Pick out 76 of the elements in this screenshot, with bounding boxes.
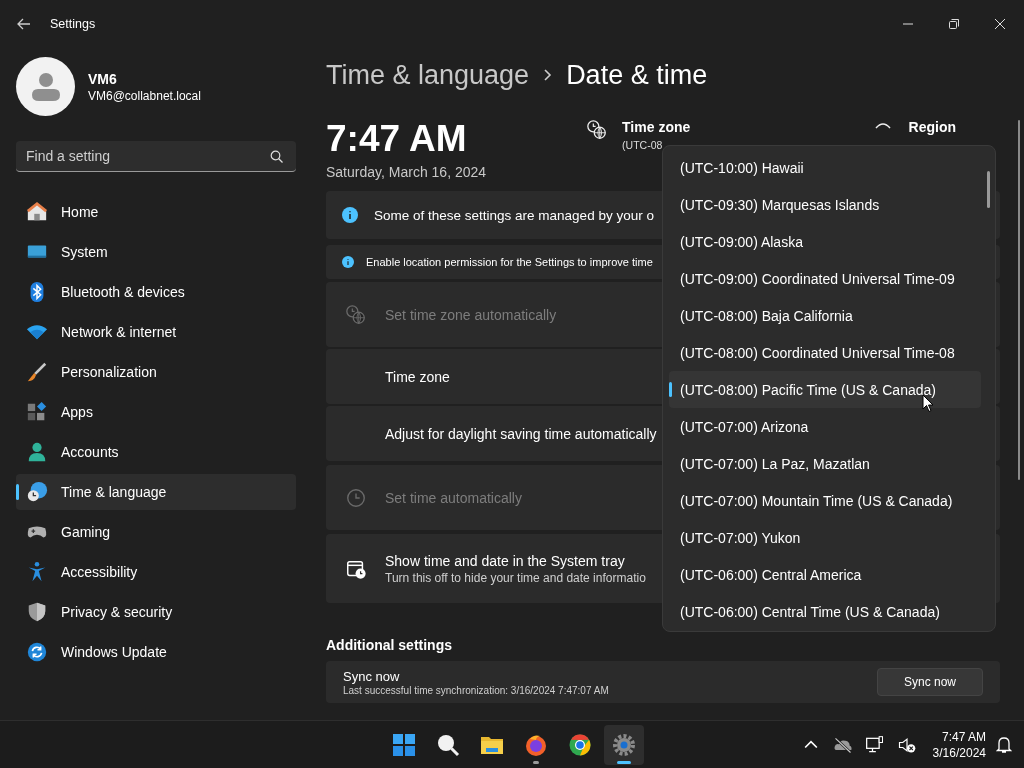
sidebar-item[interactable]: Apps [16,394,296,430]
setting-label: Set time automatically [385,489,522,506]
setting-label: Time zone [385,368,450,385]
windows-logo-icon [392,732,416,757]
search-icon [436,732,460,757]
dropdown-option[interactable]: (UTC-07:00) Yukon [669,519,981,556]
search-field[interactable]: Find a setting [16,141,296,172]
dropdown-option[interactable]: (UTC-07:00) Mountain Time (US & Canada) [669,482,981,519]
info-icon [342,207,358,223]
back-arrow-icon[interactable] [16,16,32,32]
setting-description: Turn this off to hide your time and date informatio [385,570,646,585]
sidebar-item[interactable]: Privacy & security [16,594,296,630]
window-title: Settings [50,17,96,31]
dropdown-option[interactable]: (UTC-10:00) Hawaii [669,149,981,186]
sidebar-item[interactable]: Bluetooth & devices [16,274,296,310]
account-email: VM6@collabnet.local [88,88,201,103]
setting-label: Sync now [343,668,401,684]
info-icon [342,256,354,268]
sidebar-item[interactable]: Network & internet [16,314,296,350]
sidebar-item[interactable]: Accounts [16,434,296,470]
sync-now-button[interactable]: Sync now [876,668,983,696]
dropdown-option[interactable]: (UTC-09:00) Alaska [669,223,981,260]
clock-globe-icon [344,303,367,326]
clock-icon [344,486,367,509]
scrollbar[interactable] [1018,120,1020,480]
current-time: 7:47 AM [326,119,468,159]
setting-label: Show time and date in the System tray [385,552,626,569]
apps-icon [26,401,48,423]
home-icon [26,201,48,223]
dropdown-option[interactable]: (UTC-07:00) Arizona [669,408,981,445]
notice-text: Some of these settings are managed by your o [374,207,654,223]
dropdown-option[interactable]: (UTC-06:00) Central America [669,556,981,593]
update-icon [26,641,48,663]
dropdown-option[interactable]: (UTC-08:00) Pacific Time (US & Canada) [669,371,981,408]
page-title: Date & time [566,59,708,91]
summary-value: (UTC-08 [622,139,664,151]
setting-description: Last successful time synchronization: 3/16/2024 7:47:07 AM [343,684,609,696]
summary-title: Time zone [622,119,691,135]
firefox-icon [524,732,548,757]
gear-icon [612,732,636,757]
setting-label: Adjust for daylight saving time automatically [385,425,657,442]
notification-bell-icon[interactable] [996,735,1012,754]
sidebar-item[interactable]: Personalization [16,354,296,390]
dropdown-option[interactable]: (UTC-09:30) Marquesas Islands [669,186,981,223]
clock-globe-icon [26,481,48,503]
breadcrumb-parent-link[interactable]: Time & language [326,59,530,91]
search-icon [270,150,283,163]
network-icon[interactable] [864,734,885,755]
scrollbar[interactable] [987,171,990,208]
dropdown-option[interactable]: (UTC-09:00) Coordinated Universal Time-09 [669,260,981,297]
taskbar-button[interactable] [604,724,644,765]
clock-globe-icon [586,119,609,141]
sidebar-item[interactable]: Home [16,194,296,230]
sidebar-item[interactable]: Time & language [16,474,296,510]
taskbar-clock[interactable]: 7:47 AM 3/16/2024 [932,728,986,761]
sidebar-item[interactable]: Gaming [16,514,296,550]
dropdown-option[interactable]: (UTC-07:00) La Paz, Mazatlan [669,445,981,482]
current-date: Saturday, March 16, 2024 [326,164,487,180]
notice-text: Enable location permission for the Settings to improve time [366,256,653,268]
shield-icon [26,601,48,623]
chrome-icon [568,732,592,757]
account-name: VM6 [88,70,118,87]
section-heading: Additional settings [326,637,453,653]
close-icon[interactable] [994,18,1006,30]
sidebar-item[interactable]: Windows Update [16,634,296,670]
sidebar-item[interactable]: Accessibility [16,554,296,590]
sidebar-item[interactable]: System [16,234,296,270]
person-icon [26,441,48,463]
restore-icon[interactable] [948,18,960,30]
summary-title: Region [908,119,956,135]
setting-label: Set time zone automatically [385,306,557,323]
chevron-right-icon [543,68,553,82]
paintbrush-icon [26,361,48,383]
dropdown-option[interactable]: (UTC-08:00) Coordinated Universal Time-08 [669,334,981,371]
dropdown-option[interactable]: (UTC-08:00) Baja California [669,297,981,334]
dropdown-option[interactable]: (UTC-06:00) Central Time (US & Canada) [669,593,981,630]
